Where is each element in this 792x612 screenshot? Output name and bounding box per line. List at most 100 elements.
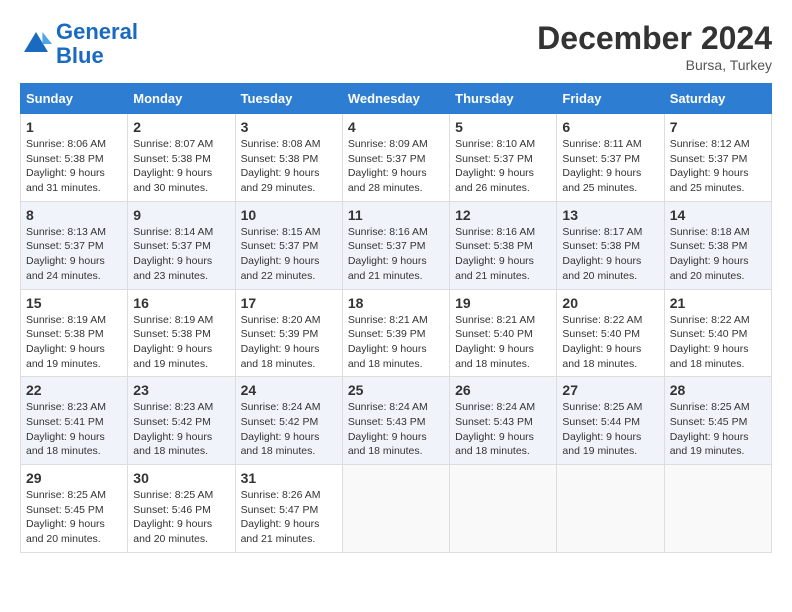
- day-number: 18: [348, 295, 444, 311]
- calendar-cell: 6 Sunrise: 8:11 AM Sunset: 5:37 PM Dayli…: [557, 114, 664, 202]
- calendar-cell: 17 Sunrise: 8:20 AM Sunset: 5:39 PM Dayl…: [235, 289, 342, 377]
- page-header: General Blue December 2024 Bursa, Turkey: [20, 20, 772, 73]
- day-info: Sunrise: 8:10 AM Sunset: 5:37 PM Dayligh…: [455, 137, 551, 196]
- day-info: Sunrise: 8:06 AM Sunset: 5:38 PM Dayligh…: [26, 137, 122, 196]
- day-info: Sunrise: 8:12 AM Sunset: 5:37 PM Dayligh…: [670, 137, 766, 196]
- day-number: 26: [455, 382, 551, 398]
- col-saturday: Saturday: [664, 84, 771, 114]
- day-info: Sunrise: 8:14 AM Sunset: 5:37 PM Dayligh…: [133, 225, 229, 284]
- day-number: 17: [241, 295, 337, 311]
- day-info: Sunrise: 8:24 AM Sunset: 5:43 PM Dayligh…: [348, 400, 444, 459]
- day-info: Sunrise: 8:19 AM Sunset: 5:38 PM Dayligh…: [133, 313, 229, 372]
- day-info: Sunrise: 8:23 AM Sunset: 5:42 PM Dayligh…: [133, 400, 229, 459]
- calendar-cell: 16 Sunrise: 8:19 AM Sunset: 5:38 PM Dayl…: [128, 289, 235, 377]
- day-info: Sunrise: 8:15 AM Sunset: 5:37 PM Dayligh…: [241, 225, 337, 284]
- calendar-cell: 11 Sunrise: 8:16 AM Sunset: 5:37 PM Dayl…: [342, 201, 449, 289]
- calendar-week-row: 8 Sunrise: 8:13 AM Sunset: 5:37 PM Dayli…: [21, 201, 772, 289]
- calendar-cell: 13 Sunrise: 8:17 AM Sunset: 5:38 PM Dayl…: [557, 201, 664, 289]
- day-info: Sunrise: 8:25 AM Sunset: 5:46 PM Dayligh…: [133, 488, 229, 547]
- calendar-cell: 27 Sunrise: 8:25 AM Sunset: 5:44 PM Dayl…: [557, 377, 664, 465]
- calendar-cell: 10 Sunrise: 8:15 AM Sunset: 5:37 PM Dayl…: [235, 201, 342, 289]
- calendar-cell: 4 Sunrise: 8:09 AM Sunset: 5:37 PM Dayli…: [342, 114, 449, 202]
- day-number: 10: [241, 207, 337, 223]
- day-number: 8: [26, 207, 122, 223]
- day-number: 23: [133, 382, 229, 398]
- day-info: Sunrise: 8:07 AM Sunset: 5:38 PM Dayligh…: [133, 137, 229, 196]
- day-info: Sunrise: 8:17 AM Sunset: 5:38 PM Dayligh…: [562, 225, 658, 284]
- day-info: Sunrise: 8:21 AM Sunset: 5:40 PM Dayligh…: [455, 313, 551, 372]
- calendar-cell: 18 Sunrise: 8:21 AM Sunset: 5:39 PM Dayl…: [342, 289, 449, 377]
- day-number: 15: [26, 295, 122, 311]
- calendar-cell: [664, 465, 771, 553]
- calendar-cell: 21 Sunrise: 8:22 AM Sunset: 5:40 PM Dayl…: [664, 289, 771, 377]
- calendar-cell: 24 Sunrise: 8:24 AM Sunset: 5:42 PM Dayl…: [235, 377, 342, 465]
- day-number: 9: [133, 207, 229, 223]
- day-number: 7: [670, 119, 766, 135]
- day-number: 20: [562, 295, 658, 311]
- calendar-week-row: 22 Sunrise: 8:23 AM Sunset: 5:41 PM Dayl…: [21, 377, 772, 465]
- calendar-cell: 30 Sunrise: 8:25 AM Sunset: 5:46 PM Dayl…: [128, 465, 235, 553]
- day-number: 30: [133, 470, 229, 486]
- calendar-cell: 29 Sunrise: 8:25 AM Sunset: 5:45 PM Dayl…: [21, 465, 128, 553]
- col-wednesday: Wednesday: [342, 84, 449, 114]
- calendar-cell: 20 Sunrise: 8:22 AM Sunset: 5:40 PM Dayl…: [557, 289, 664, 377]
- calendar-cell: 25 Sunrise: 8:24 AM Sunset: 5:43 PM Dayl…: [342, 377, 449, 465]
- logo-text: General Blue: [56, 20, 138, 68]
- calendar-cell: 9 Sunrise: 8:14 AM Sunset: 5:37 PM Dayli…: [128, 201, 235, 289]
- day-info: Sunrise: 8:25 AM Sunset: 5:44 PM Dayligh…: [562, 400, 658, 459]
- day-info: Sunrise: 8:22 AM Sunset: 5:40 PM Dayligh…: [670, 313, 766, 372]
- day-info: Sunrise: 8:19 AM Sunset: 5:38 PM Dayligh…: [26, 313, 122, 372]
- calendar-cell: 23 Sunrise: 8:23 AM Sunset: 5:42 PM Dayl…: [128, 377, 235, 465]
- day-number: 11: [348, 207, 444, 223]
- day-info: Sunrise: 8:25 AM Sunset: 5:45 PM Dayligh…: [670, 400, 766, 459]
- day-info: Sunrise: 8:09 AM Sunset: 5:37 PM Dayligh…: [348, 137, 444, 196]
- day-number: 19: [455, 295, 551, 311]
- day-number: 12: [455, 207, 551, 223]
- calendar-table: Sunday Monday Tuesday Wednesday Thursday…: [20, 83, 772, 553]
- day-number: 1: [26, 119, 122, 135]
- col-sunday: Sunday: [21, 84, 128, 114]
- calendar-cell: 7 Sunrise: 8:12 AM Sunset: 5:37 PM Dayli…: [664, 114, 771, 202]
- col-friday: Friday: [557, 84, 664, 114]
- day-number: 13: [562, 207, 658, 223]
- day-number: 16: [133, 295, 229, 311]
- day-number: 5: [455, 119, 551, 135]
- day-info: Sunrise: 8:24 AM Sunset: 5:43 PM Dayligh…: [455, 400, 551, 459]
- day-number: 4: [348, 119, 444, 135]
- calendar-cell: [450, 465, 557, 553]
- day-number: 27: [562, 382, 658, 398]
- col-tuesday: Tuesday: [235, 84, 342, 114]
- month-title: December 2024: [537, 20, 772, 57]
- day-number: 3: [241, 119, 337, 135]
- day-info: Sunrise: 8:24 AM Sunset: 5:42 PM Dayligh…: [241, 400, 337, 459]
- day-info: Sunrise: 8:20 AM Sunset: 5:39 PM Dayligh…: [241, 313, 337, 372]
- day-number: 2: [133, 119, 229, 135]
- day-number: 24: [241, 382, 337, 398]
- logo-icon: [20, 28, 52, 60]
- calendar-cell: 1 Sunrise: 8:06 AM Sunset: 5:38 PM Dayli…: [21, 114, 128, 202]
- day-number: 14: [670, 207, 766, 223]
- calendar-week-row: 15 Sunrise: 8:19 AM Sunset: 5:38 PM Dayl…: [21, 289, 772, 377]
- day-info: Sunrise: 8:16 AM Sunset: 5:37 PM Dayligh…: [348, 225, 444, 284]
- day-info: Sunrise: 8:23 AM Sunset: 5:41 PM Dayligh…: [26, 400, 122, 459]
- location: Bursa, Turkey: [537, 57, 772, 73]
- calendar-cell: 14 Sunrise: 8:18 AM Sunset: 5:38 PM Dayl…: [664, 201, 771, 289]
- day-info: Sunrise: 8:22 AM Sunset: 5:40 PM Dayligh…: [562, 313, 658, 372]
- col-thursday: Thursday: [450, 84, 557, 114]
- calendar-week-row: 29 Sunrise: 8:25 AM Sunset: 5:45 PM Dayl…: [21, 465, 772, 553]
- calendar-cell: 28 Sunrise: 8:25 AM Sunset: 5:45 PM Dayl…: [664, 377, 771, 465]
- title-area: December 2024 Bursa, Turkey: [537, 20, 772, 73]
- calendar-cell: 2 Sunrise: 8:07 AM Sunset: 5:38 PM Dayli…: [128, 114, 235, 202]
- day-info: Sunrise: 8:18 AM Sunset: 5:38 PM Dayligh…: [670, 225, 766, 284]
- calendar-week-row: 1 Sunrise: 8:06 AM Sunset: 5:38 PM Dayli…: [21, 114, 772, 202]
- day-info: Sunrise: 8:21 AM Sunset: 5:39 PM Dayligh…: [348, 313, 444, 372]
- day-info: Sunrise: 8:13 AM Sunset: 5:37 PM Dayligh…: [26, 225, 122, 284]
- calendar-cell: [557, 465, 664, 553]
- day-number: 25: [348, 382, 444, 398]
- day-number: 29: [26, 470, 122, 486]
- day-info: Sunrise: 8:16 AM Sunset: 5:38 PM Dayligh…: [455, 225, 551, 284]
- day-info: Sunrise: 8:26 AM Sunset: 5:47 PM Dayligh…: [241, 488, 337, 547]
- day-number: 28: [670, 382, 766, 398]
- calendar-cell: 31 Sunrise: 8:26 AM Sunset: 5:47 PM Dayl…: [235, 465, 342, 553]
- day-number: 21: [670, 295, 766, 311]
